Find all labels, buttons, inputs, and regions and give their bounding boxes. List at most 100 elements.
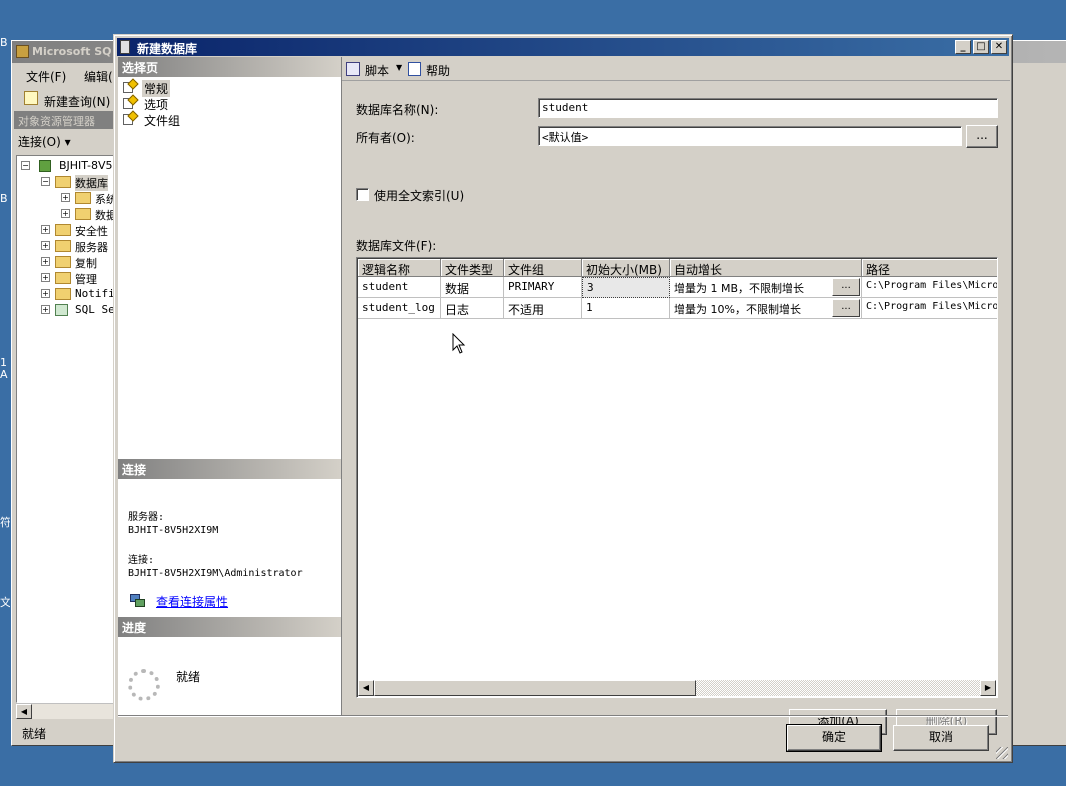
sql-agent-icon: [55, 304, 68, 316]
desktop-icon-label: A: [0, 368, 8, 381]
page-label: 文件组: [144, 114, 181, 128]
expand-icon[interactable]: +: [61, 209, 70, 218]
help-label: 帮助: [426, 64, 451, 78]
page-settings-icon: [122, 110, 139, 126]
ok-button[interactable]: 确定: [786, 724, 882, 752]
cancel-button[interactable]: 取消: [893, 725, 989, 751]
cell-path[interactable]: C:\Program Files\Micro: [862, 277, 997, 298]
collapse-icon[interactable]: −: [21, 161, 30, 170]
object-explorer-tree: − BJHIT-8V5 − 数据库 + 系统 + 数据 + 安全性 + 服务器: [16, 155, 116, 703]
cell-logical-name[interactable]: student: [358, 277, 441, 298]
owner-input[interactable]: <默认值>: [538, 126, 962, 146]
folder-icon: [55, 288, 71, 300]
desktop-icon-label: 符: [0, 516, 10, 529]
column-header-initial-size[interactable]: 初始大小(MB): [582, 259, 670, 277]
new-query-icon: [24, 91, 38, 105]
expand-icon[interactable]: +: [41, 289, 50, 298]
database-name-label: 数据库名称(N):: [356, 103, 439, 117]
expand-icon[interactable]: +: [41, 257, 50, 266]
minimize-button[interactable]: _: [955, 40, 971, 54]
expand-icon[interactable]: +: [41, 305, 50, 314]
desktop-icon-label: B: [0, 36, 8, 49]
expand-icon[interactable]: +: [41, 273, 50, 282]
connection-info: 服务器: BJHIT-8V5H2XI9M 连接: BJHIT-8V5H2XI9M…: [128, 511, 303, 580]
expand-icon[interactable]: +: [41, 241, 50, 250]
view-connection-properties-link[interactable]: 查看连接属性: [156, 593, 228, 610]
column-header-file-type[interactable]: 文件类型: [441, 259, 504, 277]
dialog-title: 新建数据库: [137, 42, 198, 56]
cell-initial-size[interactable]: 3: [582, 277, 670, 298]
object-explorer-title: 对象资源管理器: [14, 111, 114, 129]
object-explorer-hscrollbar[interactable]: ◀: [16, 703, 116, 719]
tree-node-label: Notifi: [75, 287, 115, 300]
new-database-dialog: 新建数据库 _ □ ✕ 选择页 常规 选项 文件组 连接 服务器: BJHIT-…: [113, 34, 1013, 763]
server-value: BJHIT-8V5H2XI9M: [128, 525, 219, 536]
connection-label: 连接:: [128, 555, 155, 566]
menu-edit[interactable]: 编辑(: [84, 68, 113, 85]
cell-path[interactable]: C:\Program Files\Micro: [862, 298, 997, 319]
folder-icon: [55, 176, 71, 188]
connection-properties-icon: [130, 594, 146, 608]
desktop-icon-label: 文: [0, 596, 10, 609]
folder-icon: [55, 256, 71, 268]
cell-file-type[interactable]: 数据: [441, 277, 504, 298]
page-settings-icon: [122, 94, 139, 110]
chevron-down-icon[interactable]: ▼: [396, 63, 402, 72]
autogrowth-text: 增量为 1 MB，不限制增长: [674, 282, 805, 295]
column-header-path[interactable]: 路径: [862, 259, 997, 277]
folder-icon: [55, 224, 71, 236]
help-button[interactable]: 帮助: [408, 60, 456, 78]
dialog-button-bar: 确定 取消: [118, 715, 1008, 759]
autogrowth-edit-button[interactable]: ...: [832, 278, 860, 296]
expand-icon[interactable]: +: [61, 193, 70, 202]
mouse-cursor-icon: [452, 333, 466, 354]
database-icon: [120, 40, 130, 54]
script-icon: [346, 62, 360, 76]
left-pane: 选择页 常规 选项 文件组 连接 服务器: BJHIT-8V5H2XI9M 连接…: [118, 57, 341, 715]
scroll-left-icon[interactable]: ◀: [358, 680, 374, 696]
scroll-right-icon[interactable]: ▶: [980, 680, 996, 696]
page-label: 选项: [144, 98, 169, 112]
progress-header: 进度: [118, 617, 341, 637]
scroll-thumb[interactable]: [374, 680, 696, 696]
maximize-button[interactable]: □: [973, 40, 989, 54]
fulltext-index-checkbox[interactable]: [356, 188, 369, 201]
cell-logical-name[interactable]: student_log: [358, 298, 441, 319]
server-icon: [39, 160, 51, 172]
owner-label: 所有者(O):: [356, 131, 415, 145]
database-files-label: 数据库文件(F):: [356, 239, 437, 253]
connect-button[interactable]: 连接(O) ▾: [18, 135, 71, 149]
cell-file-type[interactable]: 日志: [441, 298, 504, 319]
cell-initial-size[interactable]: 1: [582, 298, 670, 319]
folder-icon: [75, 208, 91, 220]
cell-filegroup[interactable]: 不适用: [504, 298, 582, 319]
collapse-icon[interactable]: −: [41, 177, 50, 186]
column-header-autogrowth[interactable]: 自动增长: [670, 259, 862, 277]
expand-icon[interactable]: +: [41, 225, 50, 234]
menu-file[interactable]: 文件(F): [26, 68, 66, 85]
status-bar-text: 就绪: [22, 727, 47, 741]
connection-header: 连接: [118, 459, 341, 479]
tree-node-label: 安全性: [75, 225, 108, 238]
scroll-left-icon[interactable]: ◀: [16, 704, 32, 719]
resize-grip-icon[interactable]: [996, 747, 1008, 759]
new-query-button[interactable]: 新建查询(N): [44, 93, 110, 110]
connection-value: BJHIT-8V5H2XI9M\Administrator: [128, 568, 303, 579]
grid-hscrollbar[interactable]: ◀ ▶: [358, 680, 996, 696]
database-name-input[interactable]: student: [538, 98, 998, 118]
server-label: 服务器:: [128, 512, 165, 523]
autogrowth-edit-button[interactable]: ...: [832, 299, 860, 317]
column-header-filegroup[interactable]: 文件组: [504, 259, 582, 277]
database-files-grid: 逻辑名称 文件类型 文件组 初始大小(MB) 自动增长 路径 student 数…: [356, 257, 998, 698]
dialog-titlebar: 新建数据库 _ □ ✕: [117, 38, 1009, 56]
object-explorer-toolbar: 连接(O) ▾: [18, 133, 71, 153]
column-header-logical-name[interactable]: 逻辑名称: [358, 259, 441, 277]
select-page-header: 选择页: [118, 57, 341, 77]
script-button[interactable]: 脚本 ▼: [346, 60, 406, 78]
close-button[interactable]: ✕: [991, 40, 1007, 54]
tree-node-label: 复制: [75, 257, 97, 270]
browse-owner-button[interactable]: ...: [966, 125, 998, 148]
page-label: 常规: [142, 80, 171, 97]
progress-status: 就绪: [176, 670, 201, 684]
cell-filegroup[interactable]: PRIMARY: [504, 277, 582, 298]
